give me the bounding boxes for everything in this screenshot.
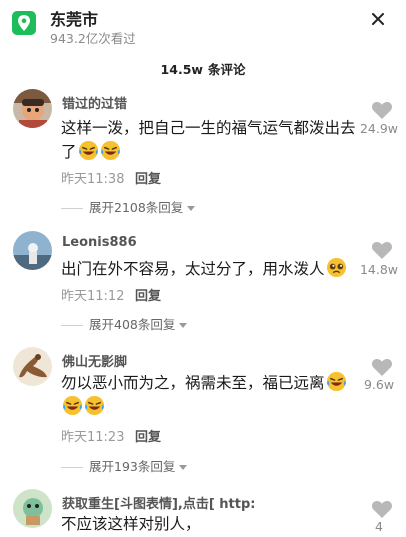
location-name[interactable]: 东莞市 — [50, 6, 98, 30]
expand-replies-button[interactable]: 展开408条回复 — [61, 314, 188, 333]
comment-time: 昨天11:23 — [61, 430, 125, 445]
comment-username[interactable]: 佛山无影脚 — [62, 351, 127, 370]
expand-replies-button[interactable]: 展开193条回复 — [61, 456, 188, 475]
divider-line — [61, 325, 83, 326]
comment-text: 出门在外不容易，太过分了，用水泼人 — [61, 257, 361, 281]
comment-username[interactable]: 错过的过错 — [62, 93, 127, 112]
view-count: 943.2亿次看过 — [50, 31, 136, 46]
header-bar: 东莞市 943.2亿次看过 — [0, 0, 406, 50]
avatar[interactable] — [13, 231, 52, 270]
reply-button[interactable]: 回复 — [135, 426, 161, 445]
laughing-crying-emoji — [78, 140, 98, 161]
comment-username[interactable]: 获取重生[斗图表情],点击[ http: — [62, 493, 255, 512]
like-count: 4 — [375, 519, 383, 534]
chevron-down-icon — [179, 323, 188, 328]
laughing-crying-emoji — [100, 140, 120, 161]
comment-text-body: 出门在外不容易，太过分了，用水泼人 — [61, 260, 325, 278]
chevron-down-icon — [179, 465, 188, 470]
comment-username[interactable]: Leonis886 — [62, 235, 137, 250]
location-pin-icon[interactable] — [12, 11, 36, 35]
comment-count: 14.5w 条评论 — [0, 59, 406, 78]
comment-time: 昨天11:12 — [61, 289, 125, 304]
divider-line — [61, 208, 83, 209]
like-count: 14.8w — [359, 262, 399, 277]
comment-text: 不应该这样对别人， — [61, 512, 361, 536]
comment-text-body: 不应该这样对别人， — [61, 515, 201, 533]
expand-replies-label: 展开408条回复 — [89, 317, 176, 332]
pleading-face-emoji — [326, 257, 346, 278]
avatar[interactable] — [13, 347, 52, 386]
heart-icon[interactable] — [371, 100, 393, 120]
comment-count-label: 条评论 — [207, 62, 246, 77]
divider-line — [61, 467, 83, 468]
expand-replies-button[interactable]: 展开2108条回复 — [61, 197, 196, 216]
comment-time: 昨天11:38 — [61, 172, 125, 187]
like-count: 9.6w — [363, 377, 395, 392]
like-count: 24.9w — [359, 121, 399, 136]
heart-icon[interactable] — [371, 357, 393, 377]
avatar[interactable] — [13, 89, 52, 128]
chevron-down-icon — [187, 206, 196, 211]
comment-text-body: 勿以恶小而为之，祸需未至，福已远离 — [61, 374, 325, 392]
heart-icon[interactable] — [371, 499, 393, 519]
expand-replies-label: 展开2108条回复 — [89, 200, 184, 215]
comment-text: 勿以恶小而为之，祸需未至，福已远离 — [61, 371, 361, 419]
heart-icon[interactable] — [371, 240, 393, 260]
comment-text: 这样一泼，把自己一生的福气运气都泼出去了 — [61, 116, 361, 164]
reply-button[interactable]: 回复 — [135, 168, 161, 187]
expand-replies-label: 展开193条回复 — [89, 459, 176, 474]
comment-count-number: 14.5w — [160, 62, 203, 77]
close-icon[interactable] — [368, 9, 388, 29]
laughing-crying-emoji — [326, 371, 346, 392]
avatar[interactable] — [13, 489, 52, 528]
laughing-crying-emoji — [62, 395, 83, 416]
laughing-crying-emoji — [84, 395, 105, 416]
reply-button[interactable]: 回复 — [135, 285, 161, 304]
